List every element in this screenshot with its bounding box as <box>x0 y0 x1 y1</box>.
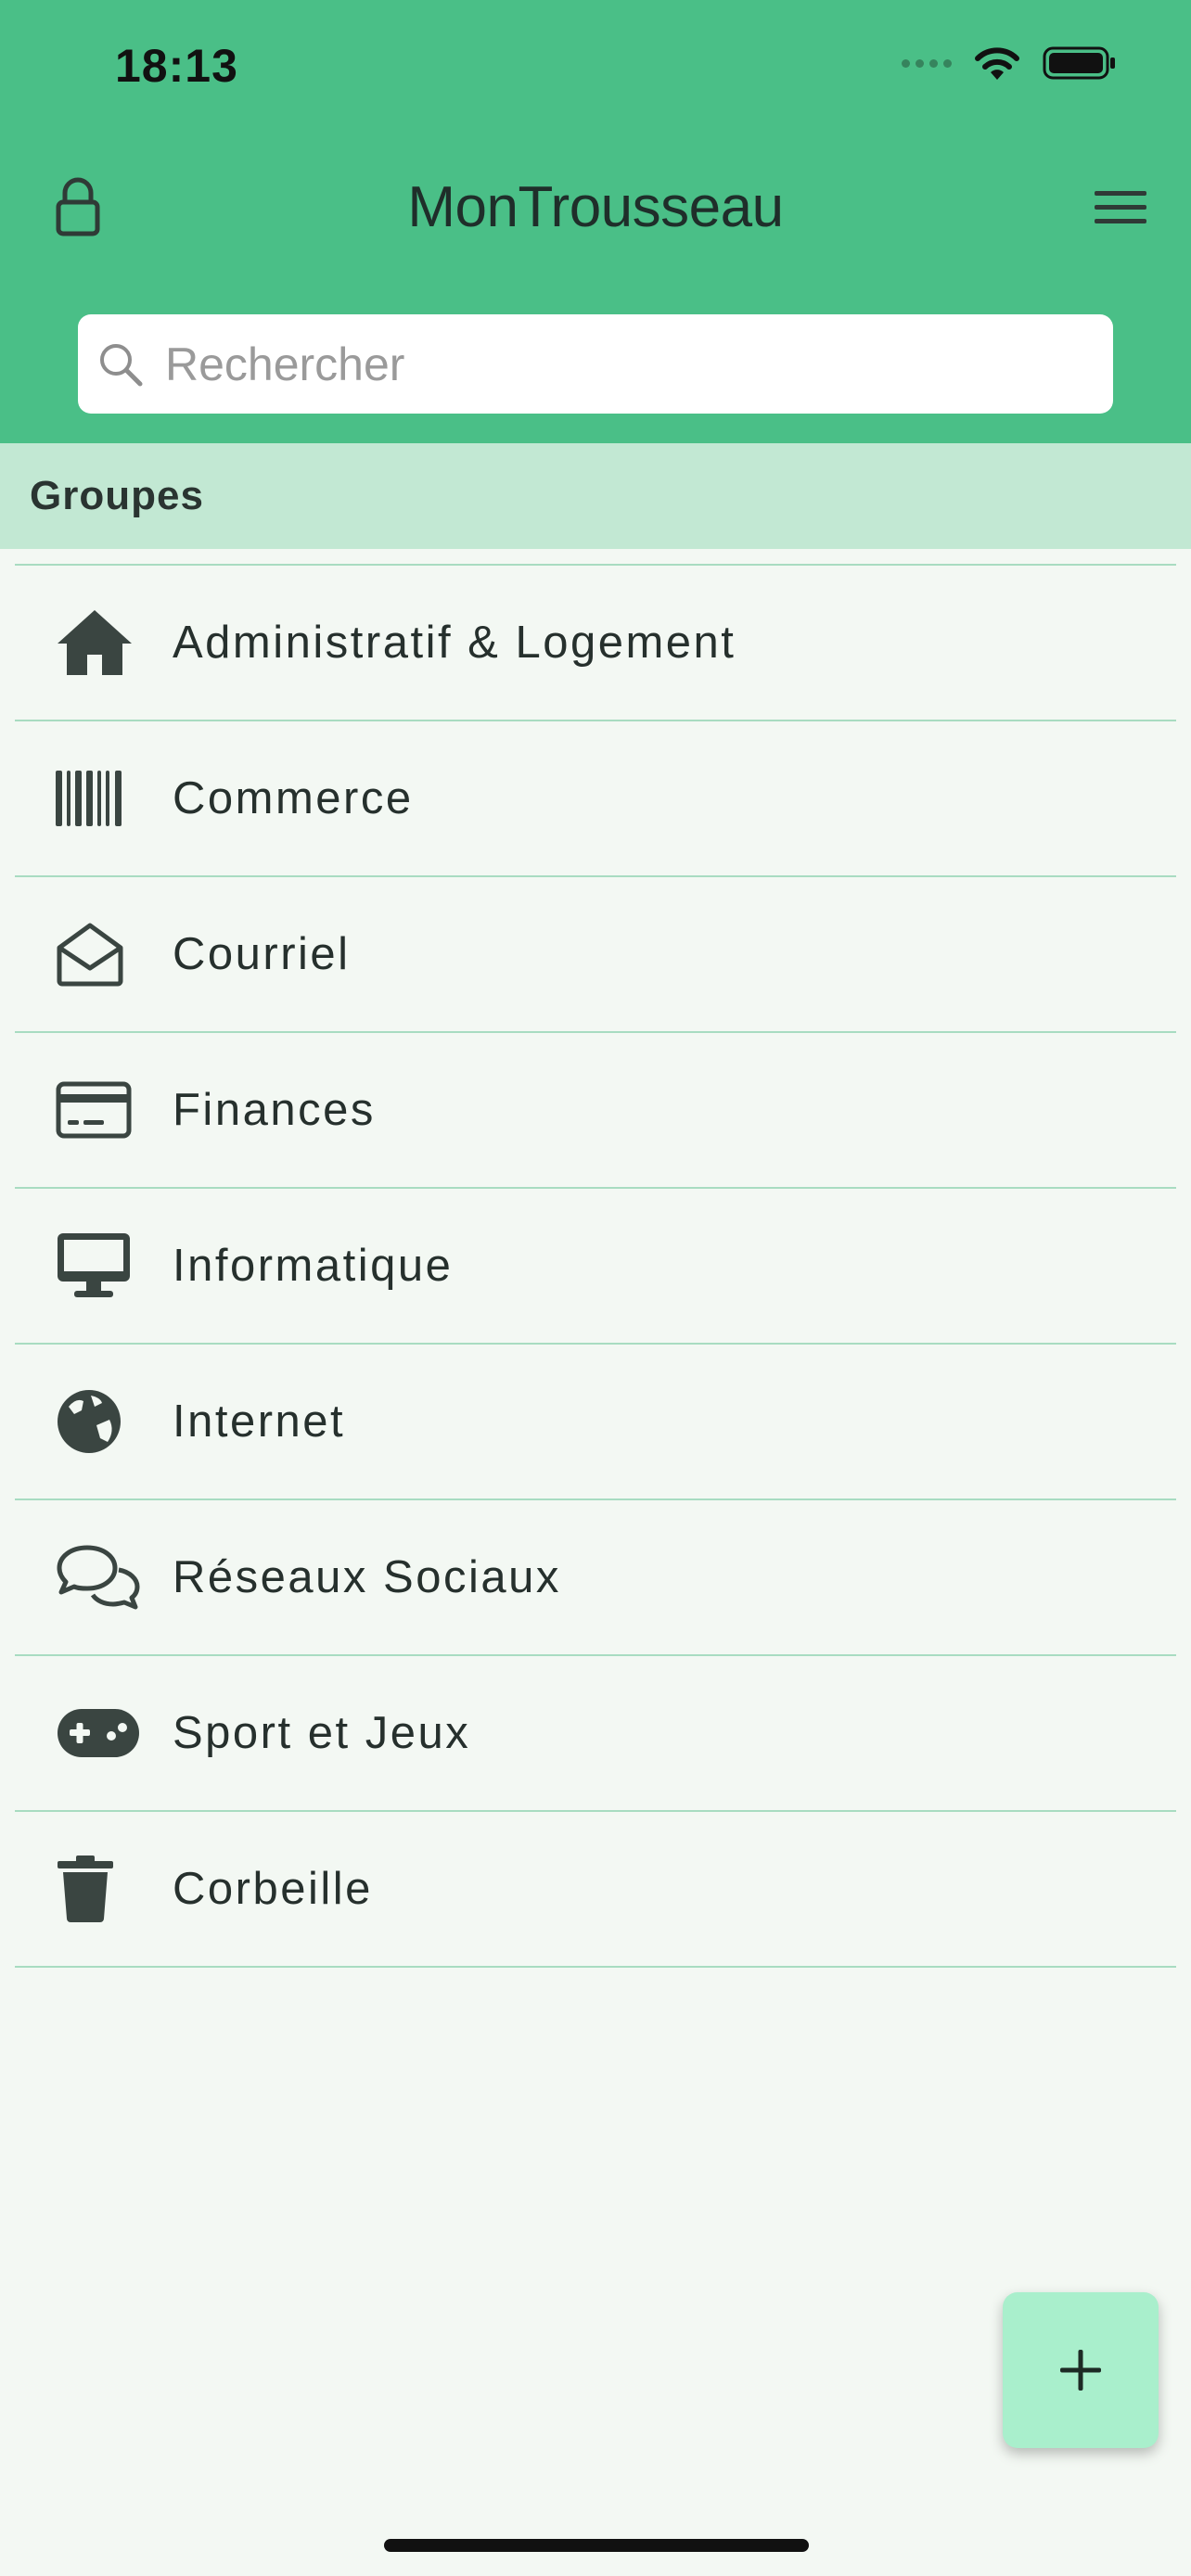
section-header: Groupes <box>0 443 1191 549</box>
comments-icon <box>57 1545 140 1610</box>
globe-icon <box>58 1390 121 1453</box>
search-input[interactable] <box>163 336 1048 392</box>
envelope-open-icon <box>57 923 123 987</box>
status-icons <box>902 45 1117 82</box>
list-item-label: Informatique <box>173 1241 454 1291</box>
list-item-label: Réseaux Sociaux <box>173 1552 561 1602</box>
list-item[interactable]: Administratif & Logement <box>15 566 1176 721</box>
list-item-label: Sport et Jeux <box>173 1708 471 1758</box>
app-header: 18:13 MonTrousseau <box>0 0 1191 443</box>
plus-icon <box>1060 2350 1101 2391</box>
list-item[interactable]: Réseaux Sociaux <box>15 1500 1176 1656</box>
list-item[interactable]: Commerce <box>15 721 1176 877</box>
battery-icon <box>1043 46 1115 80</box>
group-list: Administratif & Logement Commerce Courri… <box>15 564 1176 1968</box>
list-item-label: Administratif & Logement <box>173 618 736 668</box>
add-group-button[interactable] <box>1003 2292 1159 2448</box>
list-item[interactable]: Informatique <box>15 1189 1176 1345</box>
search-icon <box>100 343 143 386</box>
list-item[interactable]: Finances <box>15 1033 1176 1189</box>
gamepad-icon <box>58 1709 139 1757</box>
list-item[interactable]: Corbeille <box>15 1812 1176 1968</box>
app-title: MonTrousseau <box>407 175 784 239</box>
list-item[interactable]: Sport et Jeux <box>15 1656 1176 1812</box>
wifi-icon <box>975 47 1019 80</box>
barcode-icon <box>56 771 122 826</box>
status-time: 18:13 <box>115 40 238 92</box>
menu-icon[interactable] <box>1095 189 1146 226</box>
home-indicator <box>384 2539 809 2552</box>
list-item-label: Courriel <box>173 929 351 979</box>
search-bar[interactable] <box>78 314 1113 414</box>
credit-card-icon <box>56 1081 132 1139</box>
list-item-label: Internet <box>173 1396 346 1447</box>
list-item[interactable]: Courriel <box>15 877 1176 1033</box>
desktop-icon <box>58 1233 130 1297</box>
trash-icon <box>58 1855 113 1922</box>
signal-icon <box>902 58 952 68</box>
list-item-label: Corbeille <box>173 1864 373 1914</box>
list-item-label: Commerce <box>173 773 414 823</box>
house-icon <box>58 610 132 675</box>
list-item[interactable]: Internet <box>15 1345 1176 1500</box>
list-item-label: Finances <box>173 1085 376 1135</box>
